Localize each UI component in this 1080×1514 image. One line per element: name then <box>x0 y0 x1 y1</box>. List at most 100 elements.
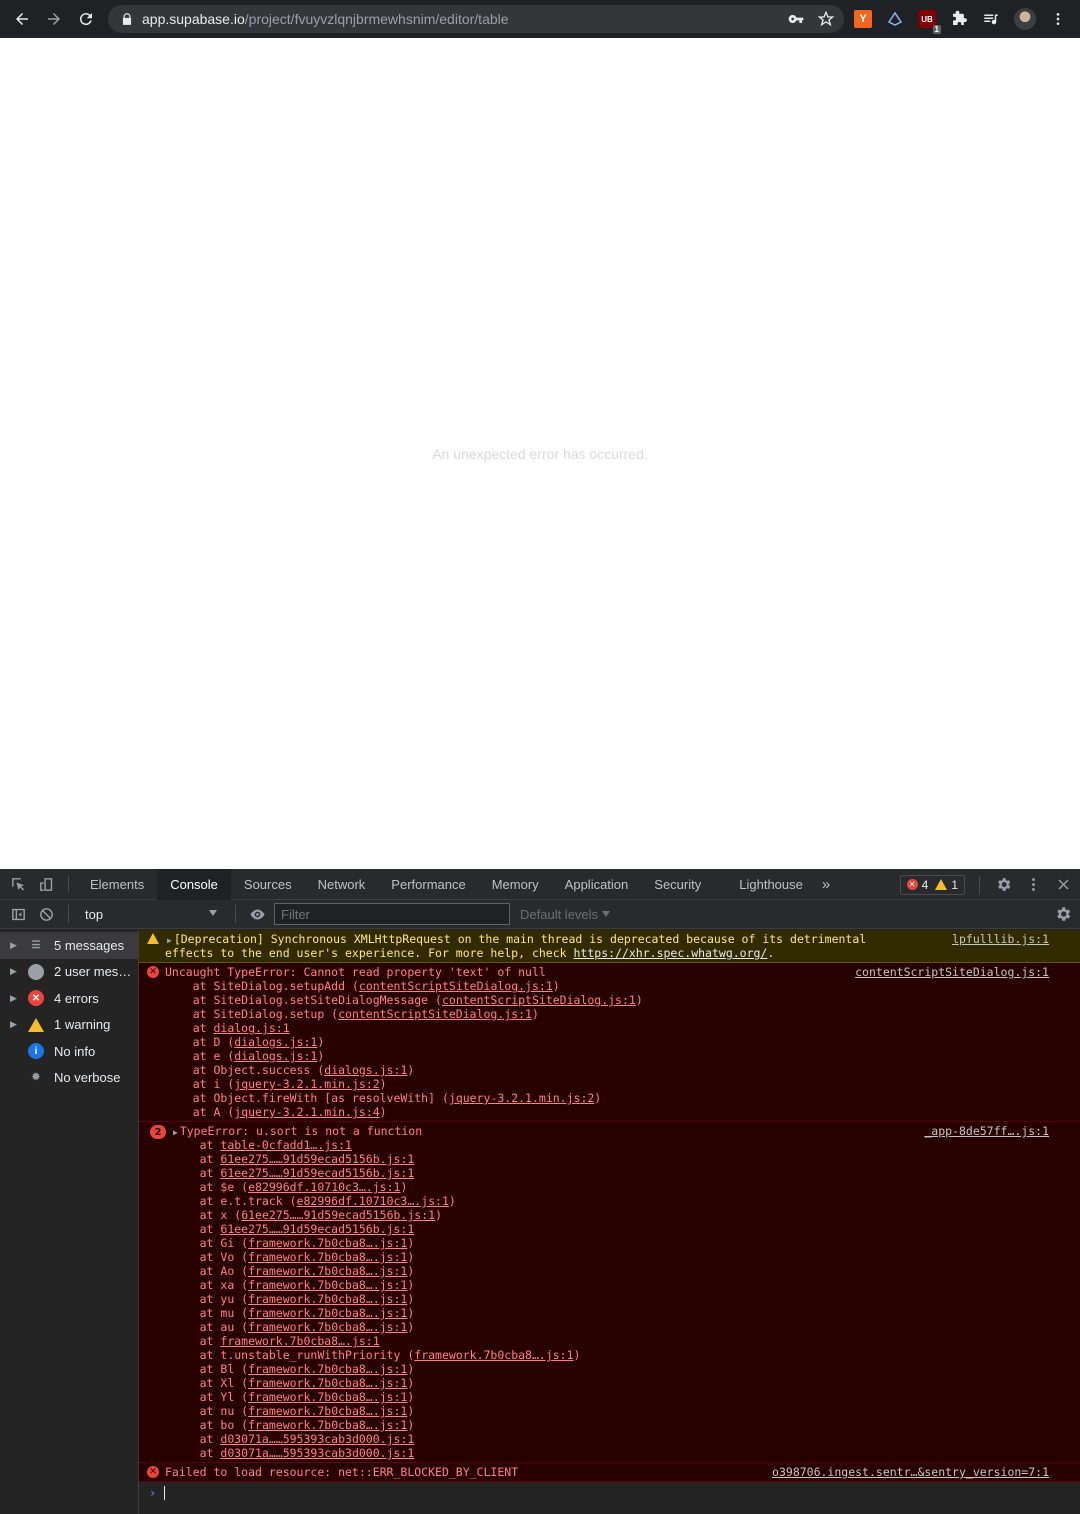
stack-file-link[interactable]: contentScriptSiteDialog.js:1 <box>442 993 636 1007</box>
toggle-sidebar-button[interactable] <box>4 899 32 930</box>
console-error-message[interactable]: ✕ Uncaught TypeError: Cannot read proper… <box>139 963 1080 1122</box>
tab-elements[interactable]: Elements <box>77 869 157 900</box>
sidebar-item-errors[interactable]: ▶ ✕ 4 errors <box>0 985 138 1012</box>
more-tabs-button[interactable]: » <box>816 869 836 900</box>
extensions-puzzle-icon[interactable] <box>950 10 968 28</box>
stack-file-link[interactable]: 61ee275……91d59ecad5156b.js:1 <box>220 1166 414 1180</box>
stack-file-link[interactable]: dialogs.js:1 <box>234 1035 317 1049</box>
filter-input[interactable] <box>274 903 510 925</box>
sidebar-item-verbose[interactable]: ▶ ✹ No verbose <box>0 1065 138 1092</box>
stack-file-link[interactable]: table-0cfadd1….js:1 <box>220 1138 352 1152</box>
stack-file-link[interactable]: 61ee275……91d59ecad5156b.js:1 <box>220 1152 414 1166</box>
console-prompt[interactable]: › <box>139 1482 1080 1504</box>
stack-file-link[interactable]: contentScriptSiteDialog.js:1 <box>338 1007 532 1021</box>
stack-file-link[interactable]: dialog.js:1 <box>213 1021 289 1035</box>
log-levels-dropdown[interactable]: Default levels <box>520 907 611 922</box>
console-error-message[interactable]: 2 ▶ TypeError: u.sort is not a function a… <box>139 1122 1080 1463</box>
reload-button[interactable] <box>70 0 102 38</box>
sidebar-item-user-messages[interactable]: ▶ 2 user mes… <box>0 959 138 986</box>
stack-file-link[interactable]: framework.7b0cba8….js:1 <box>248 1264 407 1278</box>
stack-function: SiteDialog.setupAdd <box>213 979 346 993</box>
stack-file-link[interactable]: framework.7b0cba8….js:1 <box>220 1334 379 1348</box>
stack-file-link[interactable]: framework.7b0cba8….js:1 <box>414 1348 573 1362</box>
sidebar-item-info[interactable]: ▶ i No info <box>0 1038 138 1065</box>
stack-file-link[interactable]: framework.7b0cba8….js:1 <box>248 1418 407 1432</box>
source-link[interactable]: lpfulllib.js:1 <box>952 932 1049 946</box>
tab-console[interactable]: Console <box>157 868 231 900</box>
address-bar[interactable]: app.supabase.io/project/fvuyvzlqnjbrmewh… <box>108 5 844 33</box>
stack-file-link[interactable]: jquery-3.2.1.min.js:2 <box>449 1091 594 1105</box>
stack-file-link[interactable]: jquery-3.2.1.min.js:4 <box>234 1105 379 1119</box>
context-value: top <box>85 906 104 922</box>
stack-file-link[interactable]: framework.7b0cba8….js:1 <box>248 1236 407 1250</box>
xhr-spec-link[interactable]: https://xhr.spec.whatwg.org/ <box>574 946 768 960</box>
back-button[interactable] <box>6 0 38 38</box>
stack-file-link[interactable]: 61ee275……91d59ecad5156b.js:1 <box>220 1222 414 1236</box>
stack-file-link[interactable]: dialogs.js:1 <box>234 1049 317 1063</box>
stack-file-link[interactable]: framework.7b0cba8….js:1 <box>248 1320 407 1334</box>
live-expression-button[interactable] <box>244 899 270 930</box>
stack-frame: at au (framework.7b0cba8….js:1) <box>165 1320 415 1334</box>
puzzle-gear-extension-icon[interactable] <box>886 10 904 28</box>
tab-lighthouse[interactable]: Lighthouse <box>726 869 816 900</box>
tab-memory[interactable]: Memory <box>479 869 552 900</box>
issues-counter[interactable]: ✕ 4 1 <box>899 874 965 895</box>
console-settings-gear-icon[interactable] <box>1054 905 1072 923</box>
stack-frame: at bo (framework.7b0cba8….js:1) <box>165 1418 415 1432</box>
stack-frame: at Ao (framework.7b0cba8….js:1) <box>165 1264 415 1278</box>
sidebar-item-warnings[interactable]: ▶ 1 warning <box>0 1012 138 1039</box>
customize-menu-button[interactable] <box>1018 876 1048 893</box>
stack-function: e <box>213 1049 221 1063</box>
stack-file-link[interactable]: framework.7b0cba8….js:1 <box>248 1250 407 1264</box>
ublock-extension-icon[interactable]: UB 1 <box>918 10 941 34</box>
kebab-menu-icon[interactable] <box>1050 11 1066 27</box>
stack-file-link[interactable]: framework.7b0cba8….js:1 <box>248 1306 407 1320</box>
stack-file-link[interactable]: framework.7b0cba8….js:1 <box>248 1362 407 1376</box>
source-link[interactable]: contentScriptSiteDialog.js:1 <box>855 965 1049 979</box>
media-queue-icon[interactable] <box>982 10 1000 28</box>
source-link[interactable]: _app-8de57ff….js:1 <box>924 1124 1049 1138</box>
forward-button[interactable] <box>38 0 70 38</box>
block-icon <box>39 907 53 921</box>
source-link[interactable]: o398706.ingest.sentr…&sentry_version=7:1 <box>772 1465 1049 1479</box>
tab-network[interactable]: Network <box>305 869 379 900</box>
settings-button[interactable] <box>988 876 1018 893</box>
close-devtools-button[interactable] <box>1048 876 1078 893</box>
key-icon[interactable] <box>788 11 804 27</box>
stack-file-link[interactable]: e82996df.10710c3….js:1 <box>297 1194 449 1208</box>
stack-file-link[interactable]: dialogs.js:1 <box>324 1063 407 1077</box>
stack-function: Ao <box>220 1264 235 1278</box>
sidebar-item-label: 5 messages <box>54 937 125 953</box>
stack-file-link[interactable]: e82996df.10710c3….js:1 <box>248 1180 400 1194</box>
tab-performance[interactable]: Performance <box>378 869 478 900</box>
tab-security[interactable]: Security <box>641 869 714 900</box>
stack-file-link[interactable]: framework.7b0cba8….js:1 <box>248 1278 407 1292</box>
device-toolbar-button[interactable] <box>32 869 60 900</box>
stack-frame: at SiteDialog.setSiteDialogMessage (cont… <box>165 993 643 1007</box>
y-combinator-extension-icon[interactable]: Y <box>854 10 872 28</box>
toolbar-divider <box>235 905 236 923</box>
stack-file-link[interactable]: contentScriptSiteDialog.js:1 <box>359 979 553 993</box>
console-warning-message[interactable]: ▶ [Deprecation] Synchronous XMLHttpReques… <box>139 930 1080 963</box>
context-selector[interactable]: top <box>77 903 227 925</box>
stack-file-link[interactable]: d03071a……595393cab3d000.js:1 <box>220 1446 414 1460</box>
list-icon: ☰ <box>31 939 41 951</box>
stack-file-link[interactable]: framework.7b0cba8….js:1 <box>248 1376 407 1390</box>
inspect-element-button[interactable] <box>4 869 32 900</box>
stack-file-link[interactable]: d03071a……595393cab3d000.js:1 <box>220 1432 414 1446</box>
profile-avatar[interactable] <box>1014 8 1036 30</box>
tab-application[interactable]: Application <box>552 869 642 900</box>
console-error-message[interactable]: ✕ Failed to load resource: net::ERR_BLOC… <box>139 1463 1080 1482</box>
expand-arrow-icon: ▶ <box>10 992 17 1003</box>
stack-file-link[interactable]: framework.7b0cba8….js:1 <box>248 1292 407 1306</box>
stack-frame: at mu (framework.7b0cba8….js:1) <box>165 1306 415 1320</box>
sidebar-item-messages[interactable]: ▶ ☰ 5 messages <box>0 932 138 959</box>
stack-file-link[interactable]: jquery-3.2.1.min.js:2 <box>234 1077 379 1091</box>
tab-sources[interactable]: Sources <box>231 869 305 900</box>
stack-file-link[interactable]: 61ee275……91d59ecad5156b.js:1 <box>241 1208 435 1222</box>
bookmark-star-icon[interactable] <box>818 11 834 27</box>
stack-file-link[interactable]: framework.7b0cba8….js:1 <box>248 1390 407 1404</box>
clear-console-button[interactable] <box>32 899 60 930</box>
device-icon <box>39 877 52 891</box>
stack-file-link[interactable]: framework.7b0cba8….js:1 <box>248 1404 407 1418</box>
